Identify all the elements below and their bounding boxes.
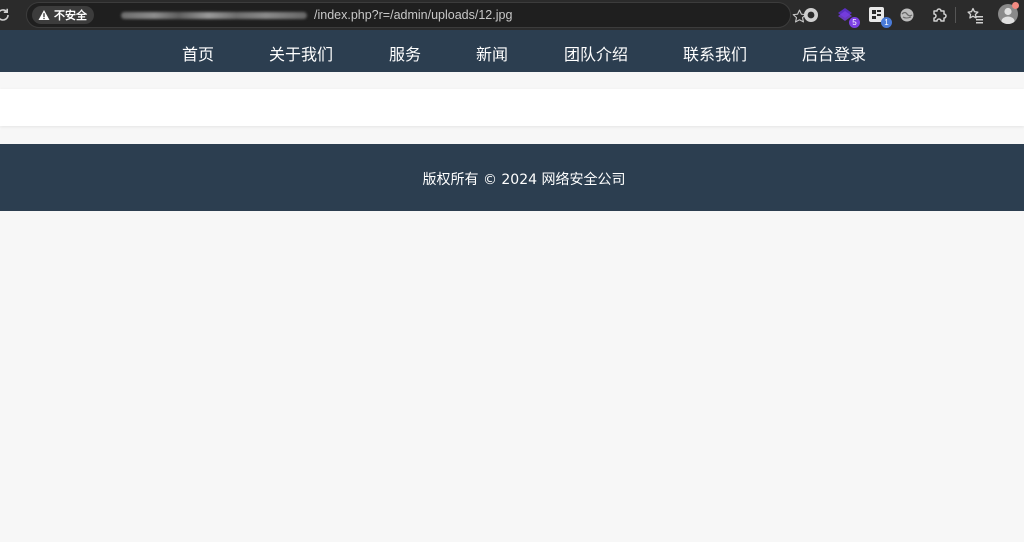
- reading-list-icon[interactable]: [965, 5, 985, 25]
- reload-icon[interactable]: [0, 6, 12, 24]
- nav-item-admin-login[interactable]: 后台登录: [802, 41, 866, 65]
- browser-toolbar: 不安全 /index.php?r=/admin/uploads/12.jpg 5…: [0, 0, 1024, 30]
- record-icon[interactable]: [801, 5, 821, 25]
- notification-dot: [1012, 2, 1019, 9]
- nav-item-home[interactable]: 首页: [182, 41, 214, 65]
- extension-badge: 1: [881, 17, 892, 28]
- toolbar-divider: [955, 7, 956, 23]
- warning-icon: [38, 10, 50, 20]
- url-host-redacted: [121, 12, 307, 19]
- site-footer: 版权所有 © 2024 网络安全公司: [0, 144, 1024, 211]
- footer-copyright: 版权所有 © 2024 网络安全公司: [422, 172, 626, 188]
- nav-item-services[interactable]: 服务: [389, 41, 421, 65]
- url-path[interactable]: /index.php?r=/admin/uploads/12.jpg: [314, 8, 512, 22]
- security-label: 不安全: [54, 9, 87, 22]
- extension-translate-icon[interactable]: 1: [867, 5, 892, 28]
- main-navigation: 首页 关于我们 服务 新闻 团队介绍 联系我们 后台登录: [0, 30, 1024, 72]
- address-bar[interactable]: 不安全 /index.php?r=/admin/uploads/12.jpg: [26, 2, 807, 28]
- security-indicator[interactable]: 不安全: [32, 6, 94, 24]
- puzzle-icon[interactable]: [929, 5, 949, 25]
- extension-globe-icon[interactable]: [897, 5, 917, 25]
- main-content: [0, 89, 1024, 126]
- nav-item-team[interactable]: 团队介绍: [564, 41, 628, 65]
- extension-badge: 5: [849, 17, 860, 28]
- nav-item-about[interactable]: 关于我们: [269, 41, 333, 65]
- nav-item-news[interactable]: 新闻: [476, 41, 508, 65]
- nav-item-contact[interactable]: 联系我们: [683, 41, 747, 65]
- extension-purple-icon[interactable]: 5: [835, 5, 860, 28]
